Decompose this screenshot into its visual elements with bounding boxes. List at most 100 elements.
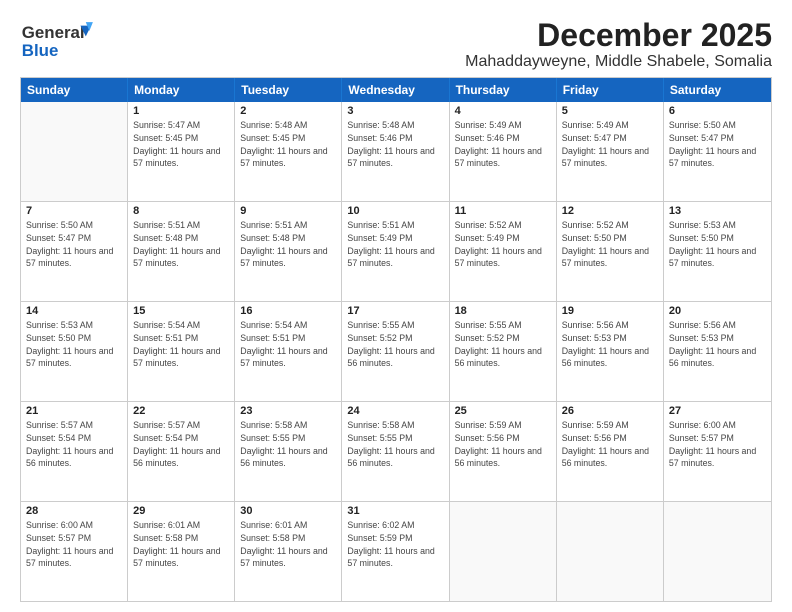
calendar-row-3: 14 Sunrise: 5:53 AM Sunset: 5:50 PM Dayli… [21,302,771,402]
sun-info: Sunrise: 5:51 AM Sunset: 5:48 PM Dayligh… [133,219,229,270]
sun-info: Sunrise: 6:00 AM Sunset: 5:57 PM Dayligh… [669,419,766,470]
day-cell-7: 7 Sunrise: 5:50 AM Sunset: 5:47 PM Daylig… [21,202,128,301]
day-cell-25: 25 Sunrise: 5:59 AM Sunset: 5:56 PM Dayli… [450,402,557,501]
day-cell-22: 22 Sunrise: 5:57 AM Sunset: 5:54 PM Dayli… [128,402,235,501]
sun-info: Sunrise: 5:48 AM Sunset: 5:45 PM Dayligh… [240,119,336,170]
day-number: 8 [133,205,229,217]
day-number: 3 [347,105,443,117]
day-number: 30 [240,505,336,517]
day-number: 17 [347,305,443,317]
day-cell-empty [664,502,771,601]
day-cell-10: 10 Sunrise: 5:51 AM Sunset: 5:49 PM Dayli… [342,202,449,301]
day-number: 7 [26,205,122,217]
day-number: 22 [133,405,229,417]
day-cell-21: 21 Sunrise: 5:57 AM Sunset: 5:54 PM Dayli… [21,402,128,501]
day-cell-20: 20 Sunrise: 5:56 AM Sunset: 5:53 PM Dayli… [664,302,771,401]
sun-info: Sunrise: 5:52 AM Sunset: 5:49 PM Dayligh… [455,219,551,270]
header-day-thursday: Thursday [450,78,557,102]
day-cell-26: 26 Sunrise: 5:59 AM Sunset: 5:56 PM Dayli… [557,402,664,501]
day-number: 21 [26,405,122,417]
day-number: 12 [562,205,658,217]
header-day-wednesday: Wednesday [342,78,449,102]
logo: General Blue [20,18,100,68]
header-day-saturday: Saturday [664,78,771,102]
sun-info: Sunrise: 5:47 AM Sunset: 5:45 PM Dayligh… [133,119,229,170]
day-cell-13: 13 Sunrise: 5:53 AM Sunset: 5:50 PM Dayli… [664,202,771,301]
page: General Blue December 2025 Mahaddayweyne… [0,0,792,612]
sun-info: Sunrise: 5:54 AM Sunset: 5:51 PM Dayligh… [240,319,336,370]
calendar-header: SundayMondayTuesdayWednesdayThursdayFrid… [21,78,771,102]
day-cell-11: 11 Sunrise: 5:52 AM Sunset: 5:49 PM Dayli… [450,202,557,301]
day-cell-1: 1 Sunrise: 5:47 AM Sunset: 5:45 PM Daylig… [128,102,235,201]
day-number: 16 [240,305,336,317]
sun-info: Sunrise: 5:53 AM Sunset: 5:50 PM Dayligh… [26,319,122,370]
day-cell-14: 14 Sunrise: 5:53 AM Sunset: 5:50 PM Dayli… [21,302,128,401]
calendar-row-5: 28 Sunrise: 6:00 AM Sunset: 5:57 PM Dayli… [21,502,771,601]
day-cell-27: 27Sunrise: 6:00 AM Sunset: 5:57 PM Dayli… [664,402,771,501]
day-number: 25 [455,405,551,417]
page-subtitle: Mahaddayweyne, Middle Shabele, Somalia [465,53,772,71]
day-number: 18 [455,305,551,317]
day-cell-29: 29 Sunrise: 6:01 AM Sunset: 5:58 PM Dayli… [128,502,235,601]
sun-info: Sunrise: 6:02 AM Sunset: 5:59 PM Dayligh… [347,519,443,570]
day-number: 13 [669,205,766,217]
sun-info: Sunrise: 5:53 AM Sunset: 5:50 PM Dayligh… [669,219,766,270]
day-cell-4: 4Sunrise: 5:49 AM Sunset: 5:46 PM Daylig… [450,102,557,201]
header-day-sunday: Sunday [21,78,128,102]
day-cell-15: 15 Sunrise: 5:54 AM Sunset: 5:51 PM Dayli… [128,302,235,401]
title-block: December 2025 Mahaddayweyne, Middle Shab… [465,18,772,71]
day-cell-17: 17 Sunrise: 5:55 AM Sunset: 5:52 PM Dayli… [342,302,449,401]
sun-info: Sunrise: 5:59 AM Sunset: 5:56 PM Dayligh… [455,419,551,470]
day-number: 31 [347,505,443,517]
day-cell-18: 18Sunrise: 5:55 AM Sunset: 5:52 PM Dayli… [450,302,557,401]
sun-info: Sunrise: 5:56 AM Sunset: 5:53 PM Dayligh… [669,319,766,370]
day-number: 10 [347,205,443,217]
sun-info: Sunrise: 5:58 AM Sunset: 5:55 PM Dayligh… [347,419,443,470]
svg-text:General: General [22,23,85,42]
sun-info: Sunrise: 6:00 AM Sunset: 5:57 PM Dayligh… [26,519,122,570]
sun-info: Sunrise: 5:49 AM Sunset: 5:46 PM Dayligh… [455,119,551,170]
day-number: 19 [562,305,658,317]
day-cell-30: 30Sunrise: 6:01 AM Sunset: 5:58 PM Dayli… [235,502,342,601]
page-title: December 2025 [465,18,772,53]
day-number: 29 [133,505,229,517]
sun-info: Sunrise: 5:51 AM Sunset: 5:48 PM Dayligh… [240,219,336,270]
day-cell-31: 31 Sunrise: 6:02 AM Sunset: 5:59 PM Dayli… [342,502,449,601]
sun-info: Sunrise: 5:49 AM Sunset: 5:47 PM Dayligh… [562,119,658,170]
calendar-row-1: 1 Sunrise: 5:47 AM Sunset: 5:45 PM Daylig… [21,102,771,202]
sun-info: Sunrise: 5:55 AM Sunset: 5:52 PM Dayligh… [347,319,443,370]
calendar-body: 1 Sunrise: 5:47 AM Sunset: 5:45 PM Daylig… [21,102,771,601]
day-number: 15 [133,305,229,317]
day-cell-empty [557,502,664,601]
sun-info: Sunrise: 5:59 AM Sunset: 5:56 PM Dayligh… [562,419,658,470]
day-number: 11 [455,205,551,217]
sun-info: Sunrise: 6:01 AM Sunset: 5:58 PM Dayligh… [133,519,229,570]
sun-info: Sunrise: 5:54 AM Sunset: 5:51 PM Dayligh… [133,319,229,370]
day-cell-9: 9 Sunrise: 5:51 AM Sunset: 5:48 PM Daylig… [235,202,342,301]
day-number: 14 [26,305,122,317]
day-number: 9 [240,205,336,217]
sun-info: Sunrise: 5:51 AM Sunset: 5:49 PM Dayligh… [347,219,443,270]
calendar-row-2: 7 Sunrise: 5:50 AM Sunset: 5:47 PM Daylig… [21,202,771,302]
day-number: 26 [562,405,658,417]
day-cell-12: 12Sunrise: 5:52 AM Sunset: 5:50 PM Dayli… [557,202,664,301]
day-cell-23: 23 Sunrise: 5:58 AM Sunset: 5:55 PM Dayli… [235,402,342,501]
day-cell-28: 28 Sunrise: 6:00 AM Sunset: 5:57 PM Dayli… [21,502,128,601]
day-number: 1 [133,105,229,117]
logo-icon: General Blue [20,18,100,68]
day-number: 24 [347,405,443,417]
calendar: SundayMondayTuesdayWednesdayThursdayFrid… [20,77,772,602]
day-cell-19: 19Sunrise: 5:56 AM Sunset: 5:53 PM Dayli… [557,302,664,401]
day-number: 23 [240,405,336,417]
day-number: 28 [26,505,122,517]
sun-info: Sunrise: 5:48 AM Sunset: 5:46 PM Dayligh… [347,119,443,170]
header-day-tuesday: Tuesday [235,78,342,102]
sun-info: Sunrise: 5:58 AM Sunset: 5:55 PM Dayligh… [240,419,336,470]
day-number: 20 [669,305,766,317]
sun-info: Sunrise: 5:50 AM Sunset: 5:47 PM Dayligh… [26,219,122,270]
sun-info: Sunrise: 5:57 AM Sunset: 5:54 PM Dayligh… [133,419,229,470]
header-day-monday: Monday [128,78,235,102]
day-cell-empty [21,102,128,201]
sun-info: Sunrise: 5:57 AM Sunset: 5:54 PM Dayligh… [26,419,122,470]
day-cell-empty [450,502,557,601]
